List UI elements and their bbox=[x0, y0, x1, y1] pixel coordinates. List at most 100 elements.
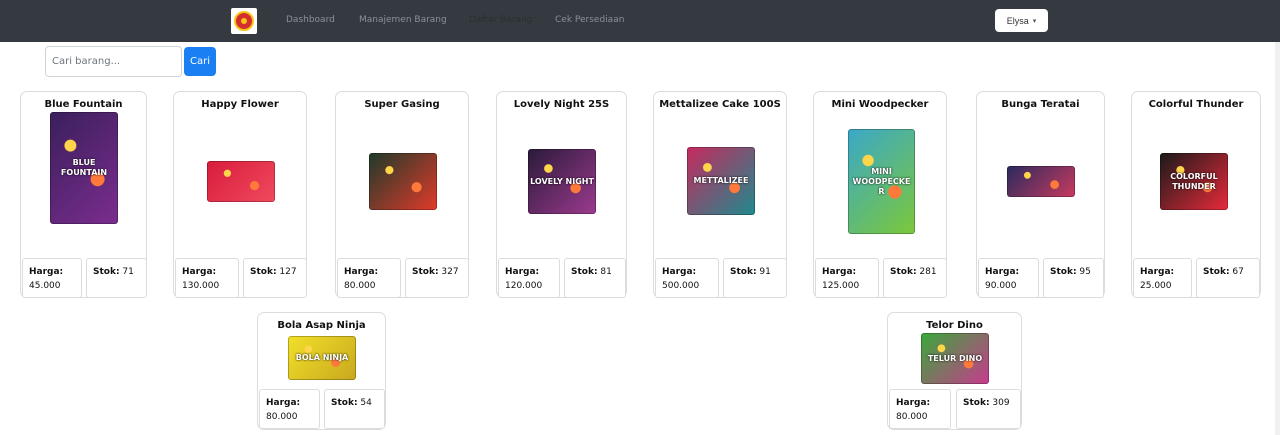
price-value: 130.000 bbox=[182, 281, 220, 291]
stock-cell: Stok: 54 bbox=[324, 389, 385, 429]
stock-label: Stok: bbox=[250, 267, 277, 277]
stock-value: 67 bbox=[1229, 267, 1244, 277]
product-card[interactable]: Telor Dino TELUR DINO Harga: 80.000 Stok: 30… bbox=[887, 312, 1022, 430]
product-image-label: TELUR DINO bbox=[927, 353, 983, 363]
price-cell: Harga: 90.000 bbox=[978, 258, 1039, 298]
price-value: 45.000 bbox=[29, 281, 61, 291]
search-input[interactable] bbox=[45, 46, 182, 77]
product-image: BLUE FOUNTAIN bbox=[50, 112, 118, 224]
stock-value: 327 bbox=[438, 267, 459, 277]
price-value: 80.000 bbox=[896, 412, 928, 422]
product-card[interactable]: Happy Flower Harga: 130.000 Stok: 127 bbox=[173, 91, 307, 298]
price-cell: Harga: 80.000 bbox=[259, 389, 320, 429]
stock-value: 54 bbox=[357, 398, 372, 408]
product-image bbox=[207, 161, 275, 202]
price-label: Harga: bbox=[896, 398, 931, 408]
product-name: Happy Flower bbox=[201, 99, 279, 110]
stock-value: 95 bbox=[1076, 267, 1091, 277]
product-name: Mettalizee Cake 100S bbox=[659, 99, 781, 110]
price-label: Harga: bbox=[662, 267, 697, 277]
product-image: COLORFUL THUNDER bbox=[1160, 153, 1228, 210]
price-label: Harga: bbox=[29, 267, 64, 277]
stock-label: Stok: bbox=[1203, 267, 1230, 277]
search-button[interactable]: Cari bbox=[184, 47, 216, 76]
stock-label: Stok: bbox=[890, 267, 917, 277]
price-label: Harga: bbox=[985, 267, 1020, 277]
stock-value: 309 bbox=[989, 398, 1010, 408]
product-name: Lovely Night 25S bbox=[513, 99, 610, 110]
price-value: 80.000 bbox=[266, 412, 298, 422]
user-dropdown-button[interactable]: Elysa ▾ bbox=[995, 9, 1048, 32]
price-value: 90.000 bbox=[985, 281, 1017, 291]
stock-label: Stok: bbox=[331, 398, 358, 408]
top-navbar: Dashboard Manajemen Barang Daftar Barang… bbox=[0, 0, 1280, 42]
product-image-label: BOLA NINJA bbox=[295, 353, 349, 362]
nav-daftar-barang[interactable]: Daftar Barang bbox=[469, 15, 532, 25]
product-image bbox=[1007, 166, 1075, 197]
stock-value: 91 bbox=[756, 267, 771, 277]
stock-cell: Stok: 309 bbox=[956, 389, 1021, 429]
product-name: Mini Woodpecker bbox=[831, 99, 929, 110]
product-name: Colorful Thunder bbox=[1148, 99, 1244, 110]
nav-cek-persediaan[interactable]: Cek Persediaan bbox=[555, 15, 624, 25]
scrollbar[interactable] bbox=[1275, 42, 1280, 435]
nav-manajemen-barang[interactable]: Manajemen Barang bbox=[359, 15, 447, 25]
stock-value: 81 bbox=[597, 267, 612, 277]
logo-emblem-icon bbox=[234, 11, 254, 31]
price-cell: Harga: 500.000 bbox=[655, 258, 719, 298]
product-image-label: METTALIZEE bbox=[693, 176, 749, 185]
stock-value: 127 bbox=[276, 267, 297, 277]
product-card[interactable]: Bunga Teratai Harga: 90.000 Stok: 95 bbox=[976, 91, 1105, 298]
price-value: 80.000 bbox=[344, 281, 376, 291]
price-cell: Harga: 120.000 bbox=[498, 258, 560, 298]
stock-value: 281 bbox=[916, 267, 937, 277]
chevron-down-icon: ▾ bbox=[1032, 17, 1037, 25]
product-name: Bunga Teratai bbox=[1001, 99, 1080, 110]
brand-logo[interactable] bbox=[231, 8, 257, 34]
product-image: BOLA NINJA bbox=[288, 336, 356, 380]
product-image: LOVELY NIGHT bbox=[528, 149, 596, 214]
product-card[interactable]: Colorful Thunder COLORFUL THUNDER Harga: 25… bbox=[1131, 91, 1261, 298]
stock-cell: Stok: 81 bbox=[564, 258, 626, 298]
product-card[interactable]: Super Gasing Harga: 80.000 Stok: 327 bbox=[335, 91, 469, 298]
price-label: Harga: bbox=[182, 267, 217, 277]
stock-label: Stok: bbox=[1050, 267, 1077, 277]
product-image bbox=[369, 153, 437, 210]
stock-label: Stok: bbox=[963, 398, 990, 408]
product-image-label: COLORFUL THUNDER bbox=[1170, 171, 1218, 191]
stock-value: 71 bbox=[119, 267, 134, 277]
product-image-label: MINI WOODPECKER bbox=[852, 166, 911, 196]
product-image: TELUR DINO bbox=[921, 333, 989, 384]
price-cell: Harga: 45.000 bbox=[22, 258, 82, 298]
product-card[interactable]: Bola Asap Ninja BOLA NINJA Harga: 80.000 Sto… bbox=[257, 312, 386, 430]
product-card[interactable]: Mettalizee Cake 100S METTALIZEE Harga: 500.… bbox=[653, 91, 787, 298]
product-image-label: LOVELY NIGHT bbox=[530, 176, 594, 186]
price-label: Harga: bbox=[344, 267, 379, 277]
product-name: Super Gasing bbox=[364, 99, 440, 110]
product-card[interactable]: Lovely Night 25S LOVELY NIGHT Harga: 120.00… bbox=[496, 91, 627, 298]
price-value: 125.000 bbox=[822, 281, 860, 291]
product-card[interactable]: Mini Woodpecker MINI WOODPECKER Harga: 125.… bbox=[813, 91, 947, 298]
product-name: Bola Asap Ninja bbox=[277, 320, 366, 331]
price-label: Harga: bbox=[1140, 267, 1175, 277]
price-value: 500.000 bbox=[662, 281, 700, 291]
price-label: Harga: bbox=[822, 267, 857, 277]
price-value: 120.000 bbox=[505, 281, 543, 291]
price-cell: Harga: 125.000 bbox=[815, 258, 879, 298]
price-cell: Harga: 80.000 bbox=[889, 389, 951, 429]
product-image: METTALIZEE bbox=[687, 147, 755, 215]
stock-cell: Stok: 127 bbox=[243, 258, 307, 298]
user-name: Elysa bbox=[1006, 15, 1029, 26]
price-cell: Harga: 25.000 bbox=[1133, 258, 1192, 298]
stock-cell: Stok: 281 bbox=[883, 258, 947, 298]
product-image-label: BLUE FOUNTAIN bbox=[60, 158, 108, 177]
stock-cell: Stok: 95 bbox=[1043, 258, 1104, 298]
product-card[interactable]: Blue Fountain BLUE FOUNTAIN Harga: 45.000 St… bbox=[20, 91, 147, 298]
price-value: 25.000 bbox=[1140, 281, 1172, 291]
stock-cell: Stok: 71 bbox=[86, 258, 147, 298]
nav-dashboard[interactable]: Dashboard bbox=[286, 15, 335, 25]
price-cell: Harga: 130.000 bbox=[175, 258, 239, 298]
stock-cell: Stok: 91 bbox=[723, 258, 787, 298]
price-label: Harga: bbox=[505, 267, 540, 277]
stock-cell: Stok: 67 bbox=[1196, 258, 1260, 298]
